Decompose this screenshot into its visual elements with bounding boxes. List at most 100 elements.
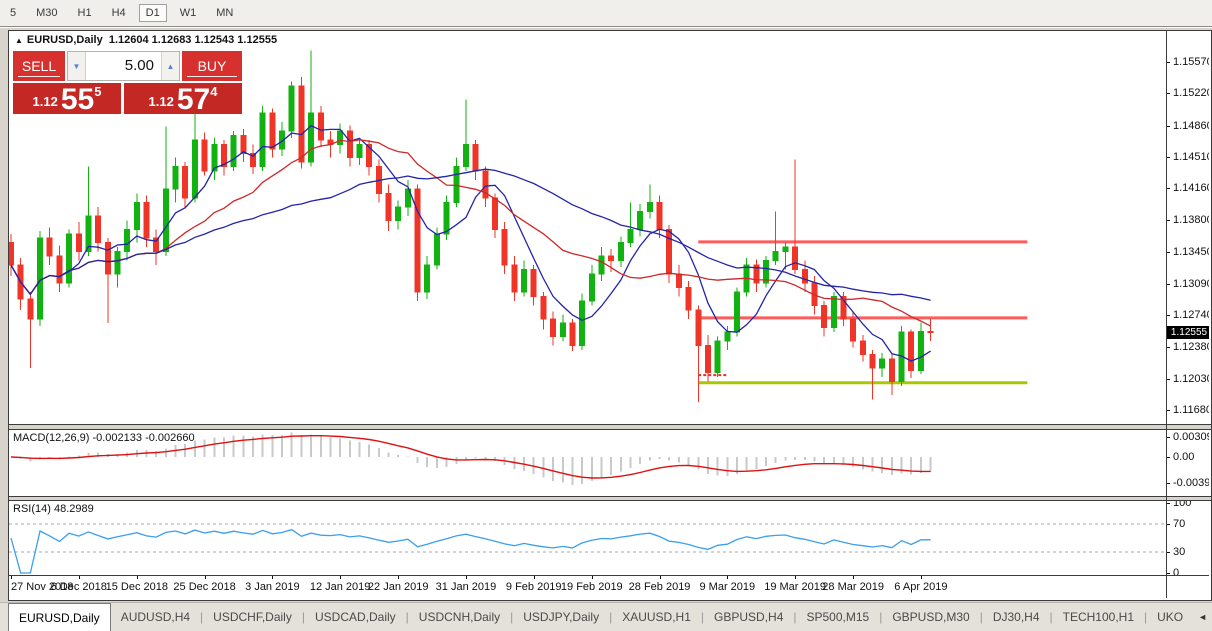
moving-average-line	[10, 124, 931, 362]
tab-usdcnh-daily[interactable]: USDCNH,Daily	[409, 603, 510, 631]
timeframe-button-h1[interactable]: H1	[71, 4, 99, 22]
chevron-up-icon: ▲	[166, 61, 175, 71]
volume-increase-button[interactable]: ▲	[161, 52, 179, 80]
volume-decrease-button[interactable]: ▼	[68, 52, 86, 80]
date-axis-tick	[853, 576, 855, 579]
tab-usdchf-daily[interactable]: USDCHF,Daily	[203, 603, 302, 631]
price-axis-label: 1.14860	[1173, 119, 1209, 132]
chevron-down-icon: ▼	[72, 61, 81, 71]
sell-price-display[interactable]: 1.12 55 5	[13, 83, 121, 114]
date-label: 19 Mar 2019	[764, 581, 826, 593]
tab-gbpusd-h4[interactable]: GBPUSD,H4	[704, 603, 793, 631]
macd-axis-label: 0.00	[1173, 451, 1195, 463]
macd-axis-label: 0.003095	[1173, 430, 1209, 443]
rsi-axis-label: 100	[1173, 501, 1192, 509]
timeframe-button-5[interactable]: 5	[3, 4, 23, 22]
timeframe-button-w1[interactable]: W1	[173, 4, 204, 22]
sell-button[interactable]: SELL	[13, 51, 65, 81]
date-axis-tick	[340, 576, 342, 579]
rsi-axis-label: 70	[1173, 518, 1186, 530]
date-label: 3 Jan 2019	[245, 581, 300, 593]
sell-price-prefix: 1.12	[32, 94, 58, 109]
rsi-axis-label: 0	[1173, 567, 1180, 576]
price-axis-label: 1.12740	[1173, 309, 1209, 322]
date-label: 15 Dec 2018	[105, 581, 169, 593]
buy-price-prefix: 1.12	[148, 94, 174, 109]
buy-button[interactable]: BUY	[182, 51, 242, 81]
current-price-badge: 1.12555	[1167, 325, 1209, 339]
price-axis-label: 1.14510	[1173, 150, 1209, 163]
price-axis-label: 1.13800	[1173, 214, 1209, 227]
price-axis-label: 1.12030	[1173, 372, 1209, 385]
date-label: 12 Jan 2019	[309, 581, 371, 593]
date-label: 28 Mar 2019	[822, 581, 885, 593]
date-axis-tick	[659, 576, 661, 579]
price-axis-label: 1.15220	[1173, 87, 1209, 100]
tab-uko[interactable]: UKO	[1147, 603, 1193, 631]
tab-dj30-h4[interactable]: DJ30,H4	[983, 603, 1050, 631]
date-axis-tick	[795, 576, 797, 579]
tab-tech100-h1[interactable]: TECH100,H1	[1053, 603, 1144, 631]
chart-title: ▲ EURUSD,Daily 1.12604 1.12683 1.12543 1.…	[15, 34, 277, 46]
chart-tab-bar: EURUSD,Daily AUDUSD,H4 | USDCHF,Daily | USDCA…	[0, 602, 1212, 631]
buy-price-display[interactable]: 1.12 57 4	[124, 83, 242, 114]
price-axis-label: 1.15570	[1173, 56, 1209, 68]
price-axis-separator	[1166, 31, 1167, 598]
buy-price-big: 57	[176, 82, 211, 116]
rsi-axis-label: 30	[1173, 546, 1186, 558]
date-axis-tick	[398, 576, 400, 579]
date-axis-tick	[591, 576, 593, 579]
date-axis-tick	[78, 576, 80, 579]
tab-gbpusd-m30[interactable]: GBPUSD,M30	[882, 603, 979, 631]
tab-eurusd-daily[interactable]: EURUSD,Daily	[8, 603, 111, 631]
chart-window: ▲ EURUSD,Daily 1.12604 1.12683 1.12543 1.…	[8, 30, 1212, 601]
date-axis-tick	[11, 576, 12, 579]
tab-xauusd-h1[interactable]: XAUUSD,H1	[612, 603, 701, 631]
date-label: 28 Feb 2019	[628, 581, 691, 593]
price-axis-label: 1.14160	[1173, 182, 1209, 195]
date-label: 19 Feb 2019	[560, 581, 623, 593]
one-click-trade-panel: SELL ▼ 5.00 ▲ BUY 1.12 55 5 1.12 57 4	[13, 51, 242, 114]
date-axis: 27 Nov 2018 6 Dec 2018 15 Dec 2018 25 Dec 2…	[9, 576, 1209, 598]
date-label: 22 Jan 2019	[367, 581, 429, 593]
tab-scroll-left-icon[interactable]: ◄	[1193, 612, 1212, 622]
timeframe-button-h4[interactable]: H4	[105, 4, 133, 22]
date-axis-tick	[272, 576, 274, 579]
sell-price-sup: 5	[94, 84, 102, 99]
macd-panel[interactable]: MACD(12,26,9) -0.002133 -0.002660 0.0030…	[9, 430, 1209, 496]
tab-usdcad-daily[interactable]: USDCAD,Daily	[305, 603, 406, 631]
date-axis-tick	[920, 576, 922, 579]
macd-axis-label: -0.003947	[1173, 476, 1209, 489]
price-axis-label: 1.13450	[1173, 245, 1209, 258]
buy-price-sup: 4	[210, 84, 218, 99]
price-axis-label: 1.11680	[1173, 404, 1209, 416]
price-axis-label: 1.13090	[1173, 277, 1209, 290]
date-label: 6 Dec 2018	[50, 581, 107, 593]
date-label: 31 Jan 2019	[435, 581, 497, 593]
timeframe-button-d1[interactable]: D1	[138, 4, 167, 22]
collapse-arrow-icon[interactable]: ▲	[15, 36, 23, 45]
chart-ohlc-values: 1.12604 1.12683 1.12543 1.12555	[108, 34, 278, 46]
volume-stepper: ▼ 5.00 ▲	[67, 51, 180, 81]
date-label: 6 Apr 2019	[894, 581, 948, 593]
main-chart-panel[interactable]: ▲ EURUSD,Daily 1.12604 1.12683 1.12543 1.…	[9, 31, 1209, 424]
rsi-plot[interactable]	[9, 501, 1209, 575]
macd-label: MACD(12,26,9) -0.002133 -0.002660	[13, 432, 195, 444]
tab-audusd-h4[interactable]: AUDUSD,H4	[111, 603, 200, 631]
tab-usdjpy-daily[interactable]: USDJPY,Daily	[513, 603, 609, 631]
rsi-panel[interactable]: RSI(14) 48.2989 100 70 30 0	[9, 501, 1209, 576]
timeframe-button-mn[interactable]: MN	[209, 4, 240, 22]
date-axis-tick	[465, 576, 467, 579]
date-axis-tick	[533, 576, 535, 579]
date-label: 25 Dec 2018	[173, 581, 236, 593]
date-axis-tick	[136, 576, 138, 579]
rsi-line	[10, 528, 931, 574]
chart-symbol-label: EURUSD,Daily	[26, 34, 103, 46]
price-axis-label: 1.12380	[1173, 341, 1209, 354]
timeframe-button-m30[interactable]: M30	[29, 4, 64, 22]
volume-value[interactable]: 5.00	[86, 52, 161, 80]
date-axis-tick	[204, 576, 206, 579]
tab-sp500-m15[interactable]: SP500,M15	[797, 603, 880, 631]
tab-scroll-buttons: ◄|►	[1193, 603, 1212, 631]
date-label: 9 Mar 2019	[699, 581, 756, 593]
